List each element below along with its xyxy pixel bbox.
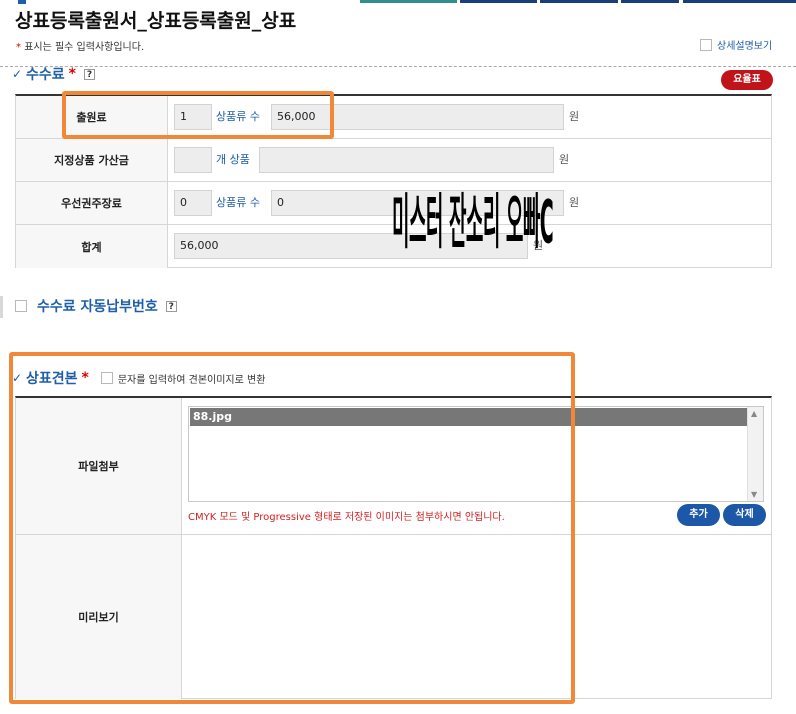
scroll-up-icon[interactable]: ▲ [751, 409, 757, 418]
fee-row-application: 출원료 1 상품류 수 56,000 원 [16, 96, 771, 139]
fee-row-label: 우선권주장료 [16, 182, 168, 224]
auto-payment-help-icon[interactable]: ? [165, 300, 177, 312]
application-fee-field[interactable]: 56,000 [271, 104, 564, 130]
auto-payment-toggle[interactable]: 수수료 자동납부번호 ? [15, 296, 177, 316]
page-title: 상표등록출원서_상표등록출원_상표 [15, 10, 297, 32]
class-count-label: 상품류 수 [216, 110, 260, 123]
top-tab-5[interactable] [683, 0, 796, 3]
file-warning: CMYK 모드 및 Progressive 형태로 저장된 이미지는 첨부하시면… [188, 512, 505, 523]
sample-table: 파일첨부 88.jpg ▲ ▼ CMYK 모드 및 Progressive 형태… [15, 396, 772, 699]
preview-label: 미리보기 [16, 535, 182, 699]
fee-table-button[interactable]: 요율표 [721, 70, 773, 90]
top-tab-active[interactable] [360, 0, 457, 3]
won-unit: 원 [569, 196, 580, 209]
goods-count-field[interactable] [174, 147, 212, 173]
scroll-down-icon[interactable]: ▼ [751, 490, 757, 499]
top-tab-4[interactable] [621, 0, 679, 3]
top-tab-2[interactable] [460, 0, 537, 3]
convert-text-label: 문자를 입력하여 견본이미지로 변환 [117, 374, 266, 386]
section-divider [0, 66, 796, 67]
required-note-text: 표시는 필수 입력사항입니다. [24, 42, 145, 53]
detail-checkbox[interactable] [700, 38, 712, 51]
section-check-icon: ✓ [12, 371, 23, 385]
detail-toggle[interactable]: 상세설명보기 [700, 37, 772, 52]
convert-text-toggle[interactable]: 문자를 입력하여 견본이미지로 변환 [100, 371, 266, 386]
goods-count-label: 개 상품 [216, 153, 250, 166]
title-marker-icon [18, 0, 26, 4]
class-count-field[interactable]: 1 [174, 104, 212, 130]
fee-row-label: 합계 [16, 225, 168, 268]
file-attach-row: 파일첨부 88.jpg ▲ ▼ CMYK 모드 및 Progressive 형태… [16, 398, 771, 535]
delete-file-button[interactable]: 삭제 [723, 504, 766, 526]
top-tab-3[interactable] [540, 0, 618, 3]
priority-count-label: 상품류 수 [216, 196, 260, 209]
sample-section-title: 상표견본 [26, 371, 78, 387]
fee-section-header: ✓ 수수료 * ? [12, 64, 95, 84]
auto-payment-label: 수수료 자동납부번호 [37, 299, 158, 315]
convert-text-checkbox[interactable] [100, 372, 113, 384]
won-unit: 원 [569, 110, 580, 123]
priority-count-field[interactable]: 0 [174, 190, 212, 216]
file-list-scrollbar[interactable]: ▲ ▼ [747, 407, 763, 501]
file-attach-label: 파일첨부 [16, 398, 182, 534]
won-unit: 원 [559, 153, 570, 166]
auto-payment-checkbox[interactable] [15, 300, 27, 312]
add-file-button[interactable]: 추가 [677, 504, 720, 526]
fee-section-title: 수수료 [26, 67, 65, 83]
fee-required-star: * [68, 66, 76, 82]
preview-image: 미스터 잔소리 오빠C [392, 188, 554, 258]
detail-toggle-label: 상세설명보기 [717, 41, 773, 52]
fee-help-icon[interactable]: ? [83, 68, 95, 80]
required-note: * 표시는 필수 입력사항입니다. [16, 38, 144, 53]
sample-section-header: ✓ 상표견본 * 문자를 입력하여 견본이미지로 변환 [12, 368, 265, 388]
required-star: * [16, 42, 21, 53]
sample-required-star: * [81, 370, 89, 386]
surcharge-field[interactable] [259, 147, 554, 173]
file-item-selected[interactable]: 88.jpg [190, 408, 747, 426]
fee-row-label: 출원료 [16, 96, 168, 138]
section-check-icon: ✓ [12, 67, 23, 81]
file-list[interactable]: 88.jpg ▲ ▼ [188, 406, 764, 502]
fee-row-label: 지정상품 가산금 [16, 139, 168, 181]
left-edge [0, 296, 3, 318]
preview-row: 미리보기 [16, 535, 771, 699]
